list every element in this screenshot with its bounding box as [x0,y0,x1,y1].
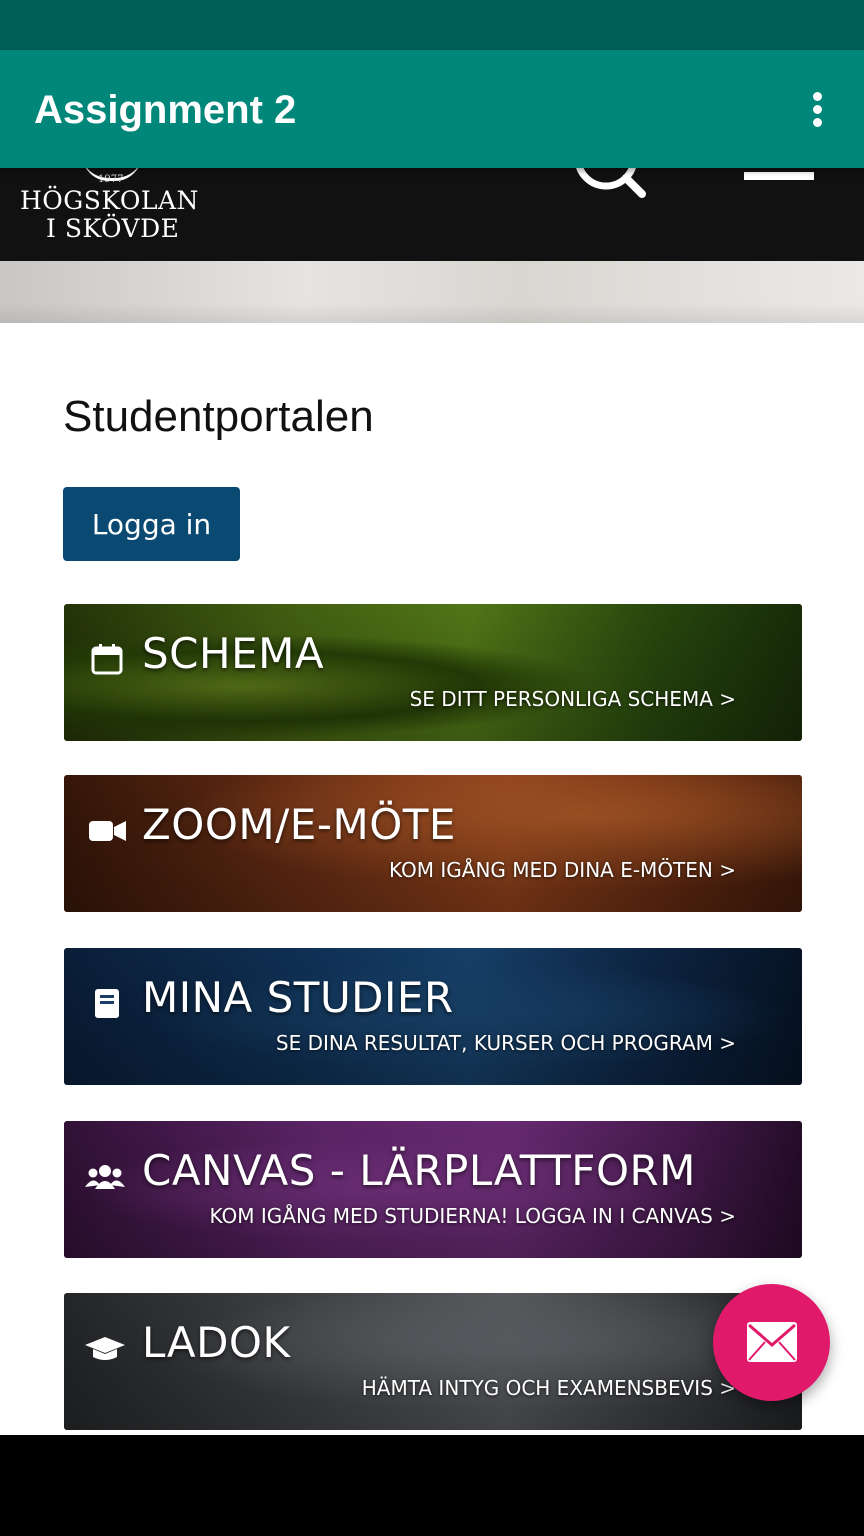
tile-canvas[interactable]: CANVAS - LÄRPLATTFORM KOM IGÅNG MED STUD… [64,1121,802,1258]
mail-fab-button[interactable] [713,1284,830,1401]
tile-title: CANVAS - LÄRPLATTFORM [142,1146,696,1195]
app-title: Assignment 2 [34,88,297,132]
calendar-icon [91,644,123,675]
system-navigation-bar [0,1435,864,1536]
tile-schema[interactable]: SCHEMA SE DITT PERSONLIGA SCHEMA > [64,604,802,741]
search-icon[interactable] [570,168,650,198]
logo-line-1: HÖGSKOLAN [20,186,199,215]
university-logo[interactable]: 1977 HÖGSKOLAN I SKÖVDE [20,168,200,248]
logo-line-2: I SKÖVDE [46,214,180,243]
web-content: 1977 HÖGSKOLAN I SKÖVDE Studentportalen … [0,168,864,1435]
site-header: 1977 HÖGSKOLAN I SKÖVDE [0,168,864,261]
tile-subtitle: SE DITT PERSONLIGA SCHEMA > [409,687,736,711]
page-title: Studentportalen [63,392,374,441]
status-bar [0,0,864,50]
tile-title: LADOK [142,1318,291,1367]
tile-title: SCHEMA [142,629,325,678]
hero-image [0,261,864,323]
graduation-cap-icon [85,1337,125,1360]
logo-year: 1977 [98,174,124,185]
tile-subtitle: KOM IGÅNG MED STUDIERNA! LOGGA IN I CANV… [209,1204,736,1228]
book-icon [95,989,119,1018]
hamburger-menu-icon[interactable] [744,172,814,180]
tile-zoom[interactable]: ZOOM/E-MÖTE KOM IGÅNG MED DINA E-MÖTEN > [64,775,802,912]
tile-mina-studier[interactable]: MINA STUDIER SE DINA RESULTAT, KURSER OC… [64,948,802,1085]
tile-title: MINA STUDIER [142,973,454,1022]
app-bar: Assignment 2 [0,50,864,168]
tile-ladok[interactable]: LADOK HÄMTA INTYG OCH EXAMENSBEVIS > [64,1293,802,1430]
mail-icon [747,1322,797,1362]
group-icon [85,1165,125,1189]
tile-subtitle: HÄMTA INTYG OCH EXAMENSBEVIS > [361,1376,736,1400]
tile-subtitle: KOM IGÅNG MED DINA E-MÖTEN > [388,858,736,882]
tile-subtitle: SE DINA RESULTAT, KURSER OCH PROGRAM > [275,1031,736,1055]
more-vert-icon[interactable] [800,84,836,134]
tile-title: ZOOM/E-MÖTE [142,800,456,849]
video-camera-icon [89,821,126,841]
login-button[interactable]: Logga in [63,487,240,561]
